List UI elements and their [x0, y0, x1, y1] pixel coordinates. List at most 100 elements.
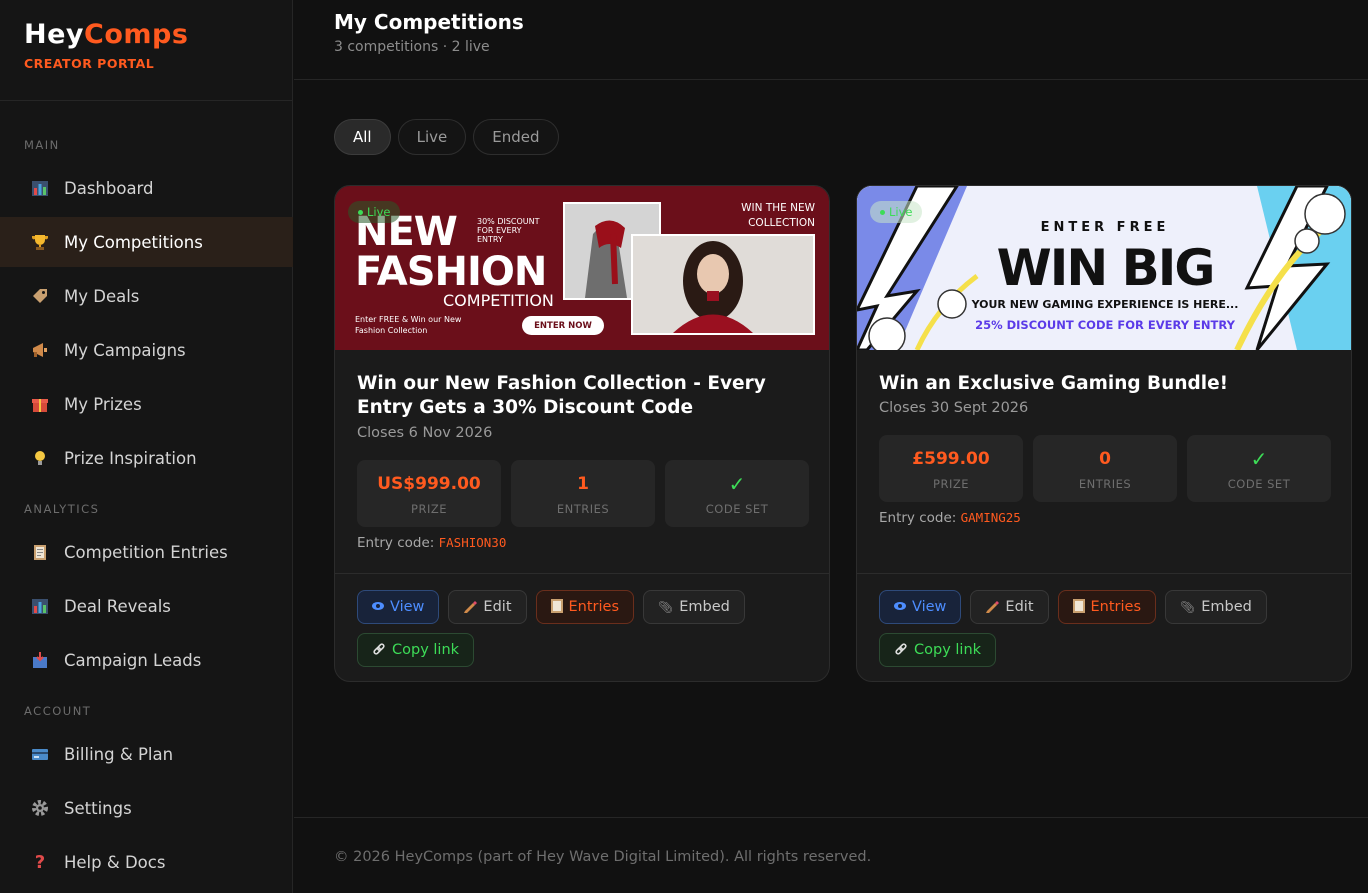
link-icon: [372, 642, 386, 659]
copy-link-button[interactable]: Copy link: [357, 633, 475, 667]
sidebar: HeyComps CREATOR PORTAL MAIN ANALYTICS A…: [0, 0, 293, 893]
live-badge: Live: [348, 201, 401, 223]
stat-prize: £599.00 PRIZE: [879, 435, 1023, 502]
entry-code: Entry code: FASHION30: [357, 535, 507, 551]
sidebar-item-label: Competition Entries: [64, 542, 228, 562]
competition-closes: Closes 30 Sept 2026: [879, 400, 1029, 416]
stat-entries: 1 ENTRIES: [511, 460, 655, 527]
competition-banner[interactable]: NEW FASHION 30% DISCOUNT FOR EVERY ENTRY…: [335, 186, 829, 350]
sidebar-item-label: Prize Inspiration: [64, 448, 197, 468]
sidebar-item-help-docs[interactable]: ? Help & Docs: [0, 837, 293, 887]
sidebar-item-settings[interactable]: Settings: [0, 783, 293, 833]
card-actions: View Edit Entries 📎︎ Embed Copy link: [357, 590, 817, 667]
stat-value: US$999.00: [377, 473, 481, 494]
entries-button[interactable]: Entries: [535, 590, 635, 624]
banner-line2: 25% DISCOUNT CODE FOR EVERY ENTRY: [975, 318, 1235, 332]
stat-code-set: ✓ CODE SET: [665, 460, 809, 527]
entry-code-value: GAMING25: [960, 510, 1021, 525]
megaphone-icon: [30, 340, 50, 360]
competition-closes: Closes 6 Nov 2026: [357, 425, 493, 441]
banner-line1: YOUR NEW GAMING EXPERIENCE IS HERE...: [971, 298, 1239, 311]
competition-card: NEW FASHION 30% DISCOUNT FOR EVERY ENTRY…: [334, 185, 830, 682]
pencil-icon: [985, 599, 1000, 616]
sidebar-item-prize-inspiration[interactable]: Prize Inspiration: [0, 433, 293, 483]
filter-live[interactable]: Live: [397, 119, 467, 155]
sidebar-item-my-competitions[interactable]: My Competitions: [0, 217, 293, 267]
competition-stats: £599.00 PRIZE 0 ENTRIES ✓ CODE SET: [879, 435, 1331, 502]
eye-icon: [372, 600, 384, 614]
sidebar-item-competition-entries[interactable]: Competition Entries: [0, 527, 293, 577]
view-button[interactable]: View: [879, 590, 962, 624]
sidebar-item-label: Billing & Plan: [64, 744, 174, 764]
banner-enter: ENTER FREE: [1040, 220, 1170, 235]
banner-discount: 30% DISCOUNT FOR EVERY ENTRY: [477, 217, 540, 244]
paperclip-icon: 📎︎: [1180, 600, 1196, 614]
page-title: My Competitions: [334, 10, 524, 34]
footer: © 2026 HeyComps (part of Hey Wave Digita…: [294, 817, 1368, 893]
stat-value: 1: [577, 473, 589, 494]
credit-card-icon: [30, 744, 50, 764]
sidebar-item-my-prizes[interactable]: My Prizes: [0, 379, 293, 429]
sidebar-item-label: Deal Reveals: [64, 596, 171, 616]
edit-button[interactable]: Edit: [970, 590, 1049, 624]
nav-section-analytics: ANALYTICS: [24, 502, 100, 516]
stat-label: ENTRIES: [556, 501, 610, 516]
divider: [857, 573, 1351, 574]
inbox-icon: [30, 650, 50, 670]
sidebar-item-label: Dashboard: [64, 178, 154, 198]
check-icon: ✓: [1250, 446, 1268, 471]
banner-win-text: WIN THE NEW COLLECTION: [741, 202, 815, 229]
competition-banner[interactable]: ENTER FREE WIN BIG YOUR NEW GAMING EXPER…: [857, 186, 1351, 350]
sidebar-item-label: My Campaigns: [64, 340, 186, 360]
copyright-text: © 2026 HeyComps (part of Hey Wave Digita…: [334, 849, 872, 865]
filter-all[interactable]: All: [334, 119, 391, 155]
card-actions: View Edit Entries 📎︎ Embed Copy link: [879, 590, 1339, 667]
nav-section-account: ACCOUNT: [24, 704, 92, 718]
clipboard-icon: [30, 542, 50, 562]
sidebar-item-label: My Prizes: [64, 394, 142, 414]
gift-icon: [30, 394, 50, 414]
paperclip-icon: 📎︎: [658, 600, 674, 614]
entry-code: Entry code: GAMING25: [879, 510, 1021, 526]
live-badge: Live: [870, 201, 923, 223]
sidebar-item-label: Campaign Leads: [64, 650, 202, 670]
brand[interactable]: HeyComps CREATOR PORTAL: [0, 0, 292, 101]
live-dot-icon: [358, 209, 363, 215]
view-button[interactable]: View: [357, 590, 440, 624]
stat-label: PRIZE: [933, 476, 969, 491]
sidebar-item-label: Help & Docs: [64, 852, 166, 872]
bar-chart-icon: [30, 596, 50, 616]
stat-label: CODE SET: [705, 501, 769, 516]
banner-headline: WIN BIG: [996, 239, 1216, 297]
embed-button[interactable]: 📎︎ Embed: [643, 590, 745, 624]
sidebar-item-deal-reveals[interactable]: Deal Reveals: [0, 581, 293, 631]
filter-tabs: All Live Ended: [334, 119, 559, 155]
entries-button[interactable]: Entries: [1057, 590, 1157, 624]
sidebar-item-my-deals[interactable]: My Deals: [0, 271, 293, 321]
stat-label: ENTRIES: [1078, 476, 1132, 491]
sidebar-item-dashboard[interactable]: Dashboard: [0, 163, 293, 213]
logo: HeyComps: [24, 19, 189, 50]
sidebar-item-label: My Competitions: [64, 232, 203, 252]
sidebar-item-my-campaigns[interactable]: My Campaigns: [0, 325, 293, 375]
stat-code-set: ✓ CODE SET: [1187, 435, 1331, 502]
clipboard-icon: [1072, 598, 1085, 616]
nav-section-main: MAIN: [24, 138, 60, 152]
page-header: My Competitions 3 competitions · 2 live: [294, 0, 1368, 80]
sidebar-item-campaign-leads[interactable]: Campaign Leads: [0, 635, 293, 685]
banner-photo-model: [631, 234, 815, 335]
check-icon: ✓: [728, 471, 746, 496]
copy-link-button[interactable]: Copy link: [879, 633, 997, 667]
sidebar-item-billing-plan[interactable]: Billing & Plan: [0, 729, 293, 779]
edit-button[interactable]: Edit: [448, 590, 527, 624]
embed-button[interactable]: 📎︎ Embed: [1165, 590, 1267, 624]
banner-cta: ENTER NOW: [522, 316, 604, 335]
filter-ended[interactable]: Ended: [473, 119, 559, 155]
lightbulb-icon: [30, 448, 50, 468]
link-icon: [894, 642, 908, 659]
bar-chart-icon: [30, 178, 50, 198]
pencil-icon: [463, 599, 478, 616]
page-subtitle: 3 competitions · 2 live: [334, 39, 490, 55]
stat-label: CODE SET: [1227, 476, 1291, 491]
tag-icon: [30, 286, 50, 306]
